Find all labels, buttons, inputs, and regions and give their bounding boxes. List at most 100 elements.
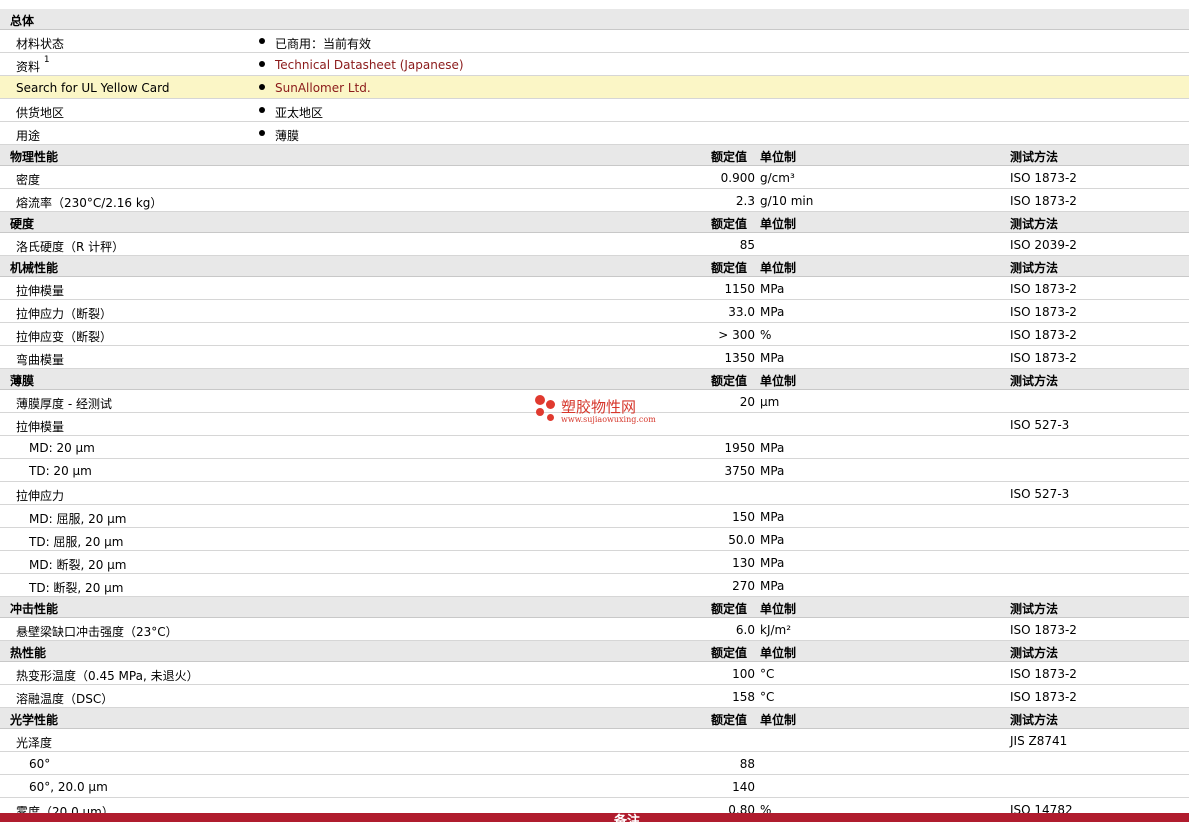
property-unit: MPa	[760, 510, 785, 524]
col-nominal-header: 额定值	[711, 646, 748, 660]
property-value: 270	[732, 579, 755, 593]
section-title: 冲击性能	[10, 602, 59, 616]
property-unit: kJ/m²	[760, 623, 792, 637]
property-row: 热变形温度（0.45 MPa, 未退火） 100 °C ISO 1873-2	[0, 662, 1189, 685]
property-label: 拉伸应变（断裂）	[16, 330, 113, 344]
property-label: 热变形温度（0.45 MPa, 未退火）	[16, 669, 199, 683]
row-label: 材料状态	[16, 37, 65, 51]
section-header-physical: 物理性能 额定值 单位制 测试方法	[0, 145, 1189, 166]
property-subrow: TD: 20 µm 3750 MPa	[0, 459, 1189, 482]
bullet-icon	[259, 38, 265, 44]
logo-dot-icon	[546, 400, 555, 409]
property-value: 130	[732, 556, 755, 570]
site-watermark-logo: 塑胶物性网 www.sujiaowuxing.com	[533, 393, 663, 429]
property-label: MD: 断裂, 20 µm	[29, 558, 127, 572]
col-nominal-header: 额定值	[711, 602, 748, 616]
property-test-method: ISO 1873-2	[1010, 282, 1077, 296]
property-test-method: ISO 1873-2	[1010, 351, 1077, 365]
section-header-hardness: 硬度 额定值 单位制 测试方法	[0, 212, 1189, 233]
col-nominal-header: 额定值	[711, 217, 748, 231]
property-subrow: 60° 88	[0, 752, 1189, 775]
watermark-url: www.sujiaowuxing.com	[561, 415, 656, 424]
row-value: 已商用：当前有效	[275, 37, 372, 51]
col-test-header: 测试方法	[1010, 217, 1059, 231]
property-unit: MPa	[760, 441, 785, 455]
logo-dot-icon	[536, 408, 544, 416]
property-test-method: ISO 1873-2	[1010, 623, 1077, 637]
top-strip	[0, 0, 1189, 9]
property-value: 100	[732, 667, 755, 681]
section-header-film: 薄膜 额定值 单位制 测试方法	[0, 369, 1189, 390]
section-title: 硬度	[10, 217, 35, 231]
bullet-icon	[259, 61, 265, 67]
property-row: 拉伸应力（断裂） 33.0 MPa ISO 1873-2	[0, 300, 1189, 323]
property-unit: MPa	[760, 351, 785, 365]
property-unit: °C	[760, 690, 775, 704]
col-test-header: 测试方法	[1010, 150, 1059, 164]
property-label: MD: 屈服, 20 µm	[29, 512, 127, 526]
property-label: 熔流率（230°C/2.16 kg）	[16, 196, 163, 210]
general-row-literature: 资料 1 Technical Datasheet (Japanese)	[0, 53, 1189, 76]
property-unit: %	[760, 328, 772, 342]
row-label: 用途	[16, 129, 41, 143]
col-unit-header: 单位制	[760, 602, 797, 616]
property-value: 6.0	[735, 623, 755, 637]
property-value: 1350	[724, 351, 755, 365]
property-row: 洛氏硬度（R 计秤） 85 ISO 2039-2	[0, 233, 1189, 256]
property-test-method: ISO 1873-2	[1010, 690, 1077, 704]
bullet-icon	[259, 107, 265, 113]
col-test-header: 测试方法	[1010, 713, 1059, 727]
notes-label: 备注	[614, 814, 641, 822]
col-nominal-header: 额定值	[711, 261, 748, 275]
property-label: 溶融温度（DSC）	[16, 692, 114, 706]
col-unit-header: 单位制	[760, 150, 797, 164]
property-value: 158	[732, 690, 755, 704]
property-label: 60°	[29, 757, 51, 771]
property-label: MD: 20 µm	[29, 441, 95, 455]
property-value: 150	[732, 510, 755, 524]
property-test-method: ISO 527-3	[1010, 487, 1070, 501]
property-row: 光泽度 JIS Z8741	[0, 729, 1189, 752]
general-row-status: 材料状态 已商用：当前有效	[0, 30, 1189, 53]
property-unit: MPa	[760, 533, 785, 547]
property-value: 0.900	[720, 171, 755, 185]
property-row: 溶融温度（DSC） 158 °C ISO 1873-2	[0, 685, 1189, 708]
property-value: 1950	[724, 441, 755, 455]
property-value: 3750	[724, 464, 755, 478]
property-label: TD: 屈服, 20 µm	[29, 535, 124, 549]
property-label: 拉伸应力	[16, 489, 65, 503]
notes-section-header: 备注	[0, 813, 1189, 822]
col-unit-header: 单位制	[760, 646, 797, 660]
section-title: 机械性能	[10, 261, 59, 275]
property-value: 85	[739, 238, 755, 252]
section-title: 薄膜	[10, 374, 35, 388]
section-header-thermal: 热性能 额定值 单位制 测试方法	[0, 641, 1189, 662]
property-label: 拉伸应力（断裂）	[16, 307, 113, 321]
property-label: 悬壁梁缺口冲击强度（23°C）	[16, 625, 178, 639]
property-value: 20	[739, 395, 755, 409]
technical-datasheet-link[interactable]: Technical Datasheet (Japanese)	[275, 58, 464, 72]
col-nominal-header: 额定值	[711, 713, 748, 727]
property-label: 拉伸模量	[16, 284, 65, 298]
property-test-method: ISO 1873-2	[1010, 171, 1077, 185]
general-row-region: 供货地区 亚太地区	[0, 99, 1189, 122]
property-label: 弯曲模量	[16, 353, 65, 367]
property-unit: µm	[760, 395, 780, 409]
col-test-header: 测试方法	[1010, 602, 1059, 616]
property-unit: g/cm³	[760, 171, 795, 185]
property-value: 88	[739, 757, 755, 771]
property-subrow: TD: 屈服, 20 µm 50.0 MPa	[0, 528, 1189, 551]
property-label: TD: 20 µm	[29, 464, 92, 478]
col-test-header: 测试方法	[1010, 374, 1059, 388]
property-row: 熔流率（230°C/2.16 kg） 2.3 g/10 min ISO 1873…	[0, 189, 1189, 212]
property-subrow: TD: 断裂, 20 µm 270 MPa	[0, 574, 1189, 597]
section-header-mechanical: 机械性能 额定值 单位制 测试方法	[0, 256, 1189, 277]
section-header-general: 总体	[0, 9, 1189, 30]
property-test-method: ISO 1873-2	[1010, 194, 1077, 208]
property-unit: MPa	[760, 556, 785, 570]
property-label: TD: 断裂, 20 µm	[29, 581, 124, 595]
supplier-link[interactable]: SunAllomer Ltd.	[275, 81, 371, 95]
property-value: 2.3	[735, 194, 755, 208]
row-value: 亚太地区	[275, 106, 324, 120]
section-title: 总体	[10, 14, 35, 28]
